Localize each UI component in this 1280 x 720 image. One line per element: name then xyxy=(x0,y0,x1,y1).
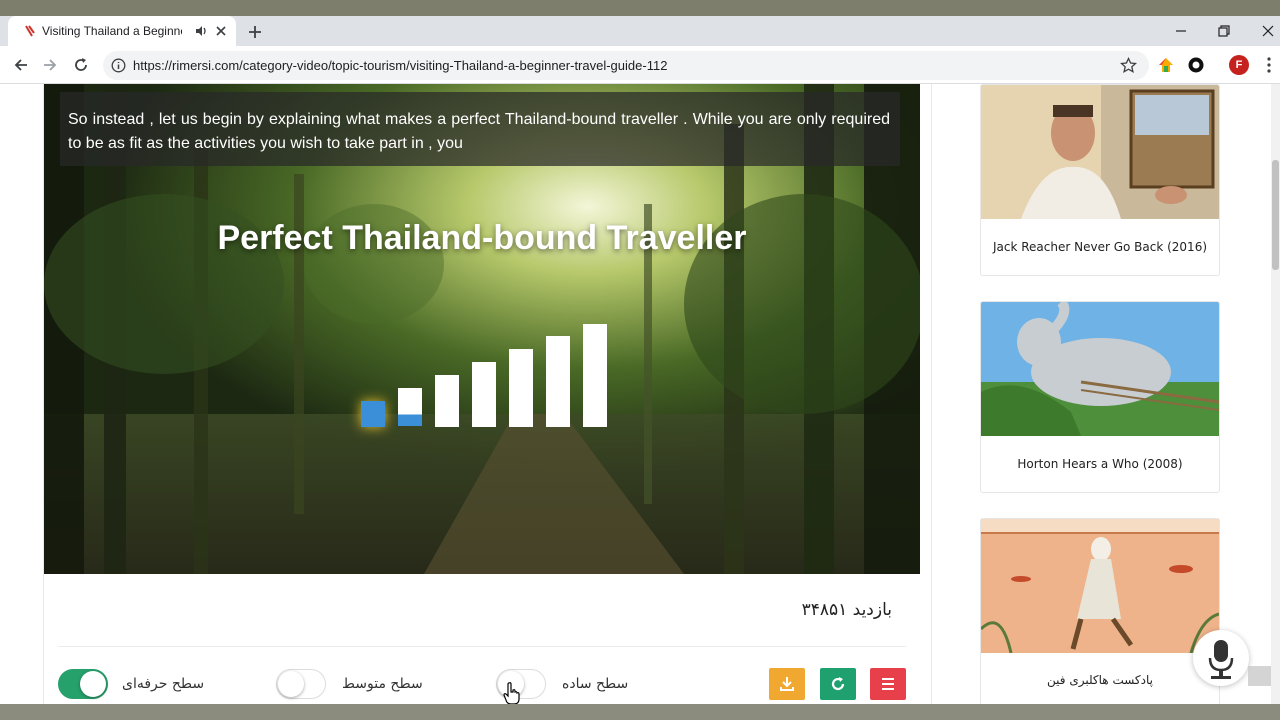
sidebar-item-horton[interactable]: Horton Hears a Who (2008) xyxy=(980,301,1220,493)
menu-button[interactable] xyxy=(870,668,906,700)
refresh-icon xyxy=(831,677,845,691)
profile-avatar[interactable]: F xyxy=(1229,55,1249,75)
browser-toolbar: https://rimersi.com/category-video/topic… xyxy=(0,46,1280,84)
desktop-strip xyxy=(0,0,1280,16)
microphone-button[interactable] xyxy=(1193,630,1249,686)
menu-dots-icon[interactable] xyxy=(1261,56,1277,74)
level-bar xyxy=(509,349,533,427)
divider xyxy=(58,646,906,647)
hamburger-icon xyxy=(882,678,894,690)
extension-home-icon[interactable] xyxy=(1157,56,1175,74)
level-bar xyxy=(398,388,422,426)
level-label-professional: سطح حرفه‌ای xyxy=(122,676,205,692)
scrollbar-thumb[interactable] xyxy=(1272,160,1279,270)
plus-icon[interactable] xyxy=(246,23,264,41)
toggle-level-professional[interactable] xyxy=(58,669,108,699)
thumbnail xyxy=(981,85,1219,219)
address-bar[interactable]: https://rimersi.com/category-video/topic… xyxy=(103,51,1149,80)
tab-title: Visiting Thailand a Beginner xyxy=(42,24,182,38)
subtitle-overlay: So instead , let us begin by explaining … xyxy=(60,92,900,166)
refresh-button[interactable] xyxy=(820,668,856,700)
page-scrollbar[interactable] xyxy=(1271,84,1280,704)
minimize-icon[interactable] xyxy=(1172,22,1190,40)
extension-circle-icon[interactable] xyxy=(1187,56,1205,74)
audio-icon[interactable] xyxy=(194,24,208,38)
thumbnail xyxy=(981,302,1219,436)
tab-bar: Visiting Thailand a Beginner xyxy=(0,16,1280,46)
views-count: بازدید ۳۴۸۵۱ xyxy=(801,600,892,620)
level-bar xyxy=(472,362,496,427)
toggle-level-intermediate[interactable] xyxy=(276,669,326,699)
level-bar xyxy=(361,401,385,427)
back-arrow-icon[interactable] xyxy=(12,56,30,74)
level-bar xyxy=(583,324,607,427)
download-button[interactable] xyxy=(769,668,805,700)
sidebar-item-jack-reacher[interactable]: Jack Reacher Never Go Back (2016) xyxy=(980,84,1220,276)
star-icon[interactable] xyxy=(1120,57,1137,74)
window-close-icon[interactable] xyxy=(1259,22,1277,40)
sidebar-item-title: پادکست هاکلبری فین xyxy=(1047,673,1153,687)
video-title-overlay: Perfect Thailand-bound Traveller xyxy=(217,219,747,257)
sidebar-item-title: Horton Hears a Who (2008) xyxy=(1017,457,1183,471)
taskbar-strip xyxy=(0,704,1280,720)
hand-cursor-icon xyxy=(503,682,520,704)
level-bar xyxy=(546,336,570,427)
level-label-simple: سطح ساده xyxy=(562,676,629,692)
close-icon[interactable] xyxy=(214,24,228,38)
url-text[interactable]: https://rimersi.com/category-video/topic… xyxy=(133,58,667,73)
sidebar-item-huckleberry-podcast[interactable]: پادکست هاکلبری فین xyxy=(980,518,1220,704)
microphone-icon xyxy=(1208,640,1234,679)
subtitle-text: So instead , let us begin by explaining … xyxy=(68,111,890,152)
level-label-intermediate: سطح متوسط xyxy=(342,676,423,692)
web-page: So instead , let us begin by explaining … xyxy=(0,84,1280,704)
level-bar xyxy=(435,375,459,427)
restore-icon[interactable] xyxy=(1215,22,1233,40)
video-player[interactable]: So instead , let us begin by explaining … xyxy=(44,84,920,574)
download-icon xyxy=(780,677,794,691)
toggle-knob xyxy=(80,671,106,697)
site-favicon-icon xyxy=(25,25,35,37)
browser-tab[interactable]: Visiting Thailand a Beginner xyxy=(8,16,236,46)
sidebar-item-title: Jack Reacher Never Go Back (2016) xyxy=(992,240,1208,254)
toggle-knob xyxy=(278,671,304,697)
thumbnail xyxy=(981,519,1219,653)
forward-arrow-icon[interactable] xyxy=(41,56,59,74)
reload-icon[interactable] xyxy=(72,56,90,74)
info-icon[interactable] xyxy=(111,58,126,73)
